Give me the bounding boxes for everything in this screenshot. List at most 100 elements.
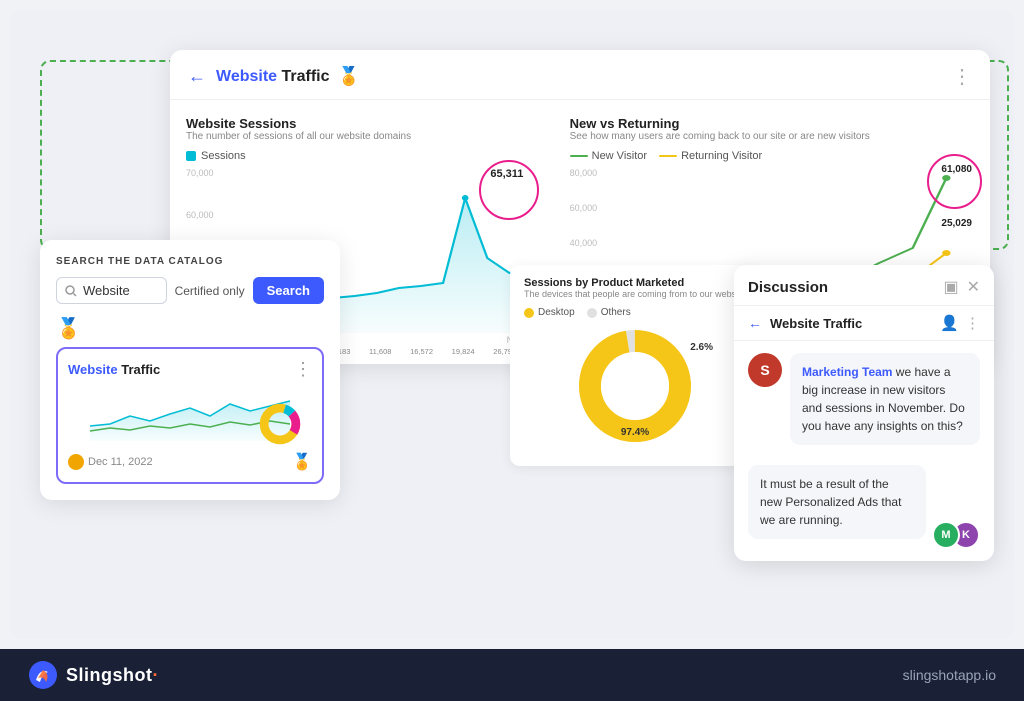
bottom-bar: Slingshot· slingshotapp.io xyxy=(0,649,1024,701)
message1-bubble: Marketing Team we have a big increase in… xyxy=(790,353,980,445)
nvr-y2: 60,000 xyxy=(570,203,598,213)
nvr-y1: 80,000 xyxy=(570,168,598,178)
small-card-more[interactable]: ⋮ xyxy=(294,359,312,380)
nvr-y3: 40,000 xyxy=(570,238,598,248)
card-header: ← Website Traffic 🏅 ⋮ xyxy=(170,50,990,100)
nvr-peak-val2: 25,029 xyxy=(941,218,972,229)
sessions-legend: Sessions xyxy=(186,150,554,162)
certified-label: Certified only xyxy=(175,284,245,298)
discussion-back-button[interactable]: ← xyxy=(748,315,762,331)
product-title: Sessions by Product Marketed xyxy=(524,277,746,289)
sessions-product-section: Sessions by Product Marketed The devices… xyxy=(510,265,760,466)
card-title-dark: Traffic xyxy=(277,68,329,85)
search-input-wrap[interactable] xyxy=(56,277,167,304)
small-card-title: Website Traffic xyxy=(68,362,160,377)
discussion-grid-icon[interactable]: ▣ xyxy=(943,277,958,297)
product-legend: Desktop Others xyxy=(524,307,746,318)
discussion-sub-header: ← Website Traffic 👤 ⋮ xyxy=(734,306,994,341)
small-card-date: Dec 11, 2022 xyxy=(88,456,153,468)
small-card-chart xyxy=(68,386,312,446)
back-button[interactable]: ← xyxy=(188,66,206,87)
sessions-title: Website Sessions xyxy=(186,116,554,131)
dashed-border-left xyxy=(40,60,190,250)
data-catalog-panel: SEARCH THE DATA CATALOG Certified only S… xyxy=(40,240,340,500)
discussion-header-icons: ▣ ✕ xyxy=(943,277,980,297)
logo-area: Slingshot· xyxy=(28,660,159,690)
message-2: It must be a result of the new Personali… xyxy=(748,465,980,549)
discussion-panel: Discussion ▣ ✕ ← Website Traffic 👤 ⋮ S M… xyxy=(734,265,994,561)
discussion-more-icon[interactable]: ⋮ xyxy=(965,314,980,332)
nvr-subtitle: See how many users are coming back to ou… xyxy=(570,131,974,142)
award-icon-row: 🏅 xyxy=(56,316,324,341)
discussion-sub-title: Website Traffic xyxy=(770,316,932,331)
discussion-sub-icons: 👤 ⋮ xyxy=(940,314,980,332)
message2-bubble: It must be a result of the new Personali… xyxy=(748,465,926,539)
search-button[interactable]: Search xyxy=(253,277,324,304)
nvr-new-line xyxy=(570,155,588,157)
small-card-avatar xyxy=(68,454,84,470)
logo-text: Slingshot· xyxy=(66,665,159,686)
discussion-title: Discussion xyxy=(748,279,828,296)
small-card-title-blue: Website xyxy=(68,362,118,377)
data-catalog-title: SEARCH THE DATA CATALOG xyxy=(56,256,324,267)
others-dot xyxy=(587,308,597,318)
nvr-peak-dot xyxy=(942,175,950,181)
others-label: Others xyxy=(601,307,631,318)
app-name: Slingshot xyxy=(66,665,153,685)
small-card-header: Website Traffic ⋮ xyxy=(68,359,312,380)
nvr-legend-new: New Visitor xyxy=(570,150,647,162)
sessions-peak-value: 65,311 xyxy=(490,168,523,180)
search-row: Certified only Search xyxy=(56,277,324,304)
nvr-title: New vs Returning xyxy=(570,116,974,131)
card-title-blue: Website xyxy=(216,68,277,85)
small-card-footer: Dec 11, 2022 🏅 xyxy=(68,452,312,472)
donut-container: 97.4% 2.6% xyxy=(575,326,695,446)
nvr-legend-returning: Returning Visitor xyxy=(659,150,762,162)
message-1: S Marketing Team we have a big increase … xyxy=(748,353,980,455)
sessions-peak-dot xyxy=(462,195,469,201)
avatar1: M xyxy=(932,521,960,549)
donut-wrap: 97.4% 2.6% xyxy=(524,326,746,446)
others-pct: 2.6% xyxy=(690,342,713,353)
discussion-body: S Marketing Team we have a big increase … xyxy=(734,341,994,561)
search-input[interactable] xyxy=(83,283,153,298)
slingshot-logo-icon xyxy=(28,660,58,690)
award-icon: 🏅 xyxy=(338,66,360,87)
mention-text: Marketing Team xyxy=(802,365,892,379)
product-legend-others: Others xyxy=(587,307,631,318)
search-icon xyxy=(65,285,77,297)
sessions-subtitle: The number of sessions of all our websit… xyxy=(186,131,554,142)
product-legend-desktop: Desktop xyxy=(524,307,575,318)
nvr-returning-label: Returning Visitor xyxy=(681,150,762,162)
product-subtitle: The devices that people are coming from … xyxy=(524,289,746,299)
discussion-close-icon[interactable]: ✕ xyxy=(967,277,980,297)
nvr-peak-dot2 xyxy=(942,250,950,256)
small-card-award: 🏅 xyxy=(292,452,312,472)
avatar-group: M K xyxy=(932,521,980,549)
card-title: Website Traffic xyxy=(216,68,330,86)
mini-donut xyxy=(258,402,302,446)
discussion-header: Discussion ▣ ✕ xyxy=(734,265,994,306)
logo-dot: · xyxy=(153,665,160,685)
award-icon-large: 🏅 xyxy=(56,318,81,340)
more-button[interactable]: ⋮ xyxy=(952,64,972,89)
desktop-label: Desktop xyxy=(538,307,575,318)
donut-inner xyxy=(601,352,669,420)
desktop-pct: 97.4% xyxy=(621,427,649,438)
bottom-url: slingshotapp.io xyxy=(903,667,996,683)
small-card-title-dark: Traffic xyxy=(118,362,161,377)
nvr-returning-line xyxy=(659,155,677,157)
message2-text: It must be a result of the new Personali… xyxy=(760,477,901,527)
y-label-2: 60,000 xyxy=(186,210,554,220)
message1-avatar: S xyxy=(748,353,782,387)
discussion-person-icon[interactable]: 👤 xyxy=(940,314,959,332)
desktop-dot xyxy=(524,308,534,318)
sessions-legend-label: Sessions xyxy=(201,150,246,162)
small-card: Website Traffic ⋮ xyxy=(56,347,324,484)
small-card-footer-left: Dec 11, 2022 xyxy=(68,454,153,470)
sessions-legend-dot xyxy=(186,151,196,161)
nvr-legend: New Visitor Returning Visitor xyxy=(570,150,974,162)
nvr-peak-val1: 61,080 xyxy=(941,164,972,175)
nvr-new-label: New Visitor xyxy=(592,150,647,162)
dashboard: ← Website Traffic 🏅 ⋮ Website Sessions T… xyxy=(10,10,1014,639)
